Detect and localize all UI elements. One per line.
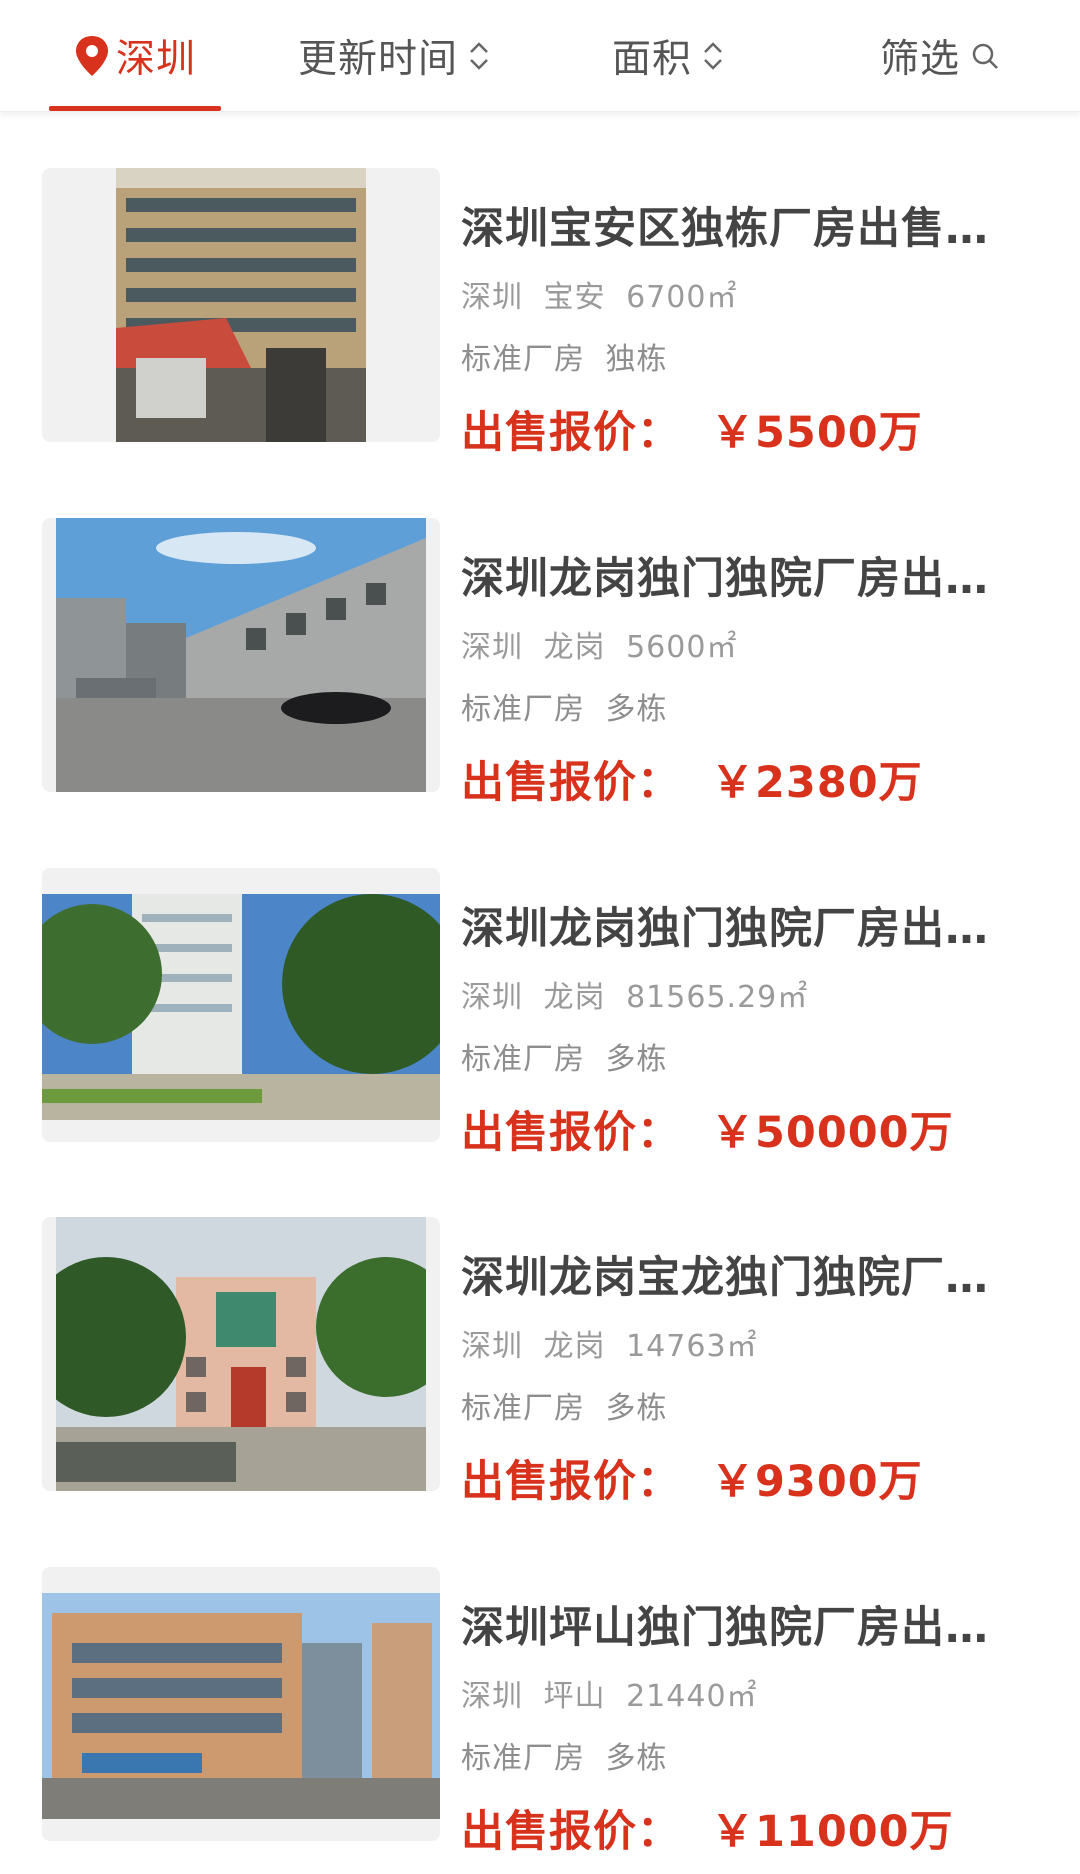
listing-city: 深圳: [461, 1329, 523, 1364]
top-filter-bar: 深圳 更新时间 面积 筛选: [0, 0, 1080, 112]
listing-tag: 多栋: [605, 1391, 668, 1426]
price-value: ￥2380万: [711, 758, 923, 808]
listing-title[interactable]: 深圳宝安区独栋厂房出售…: [461, 194, 1006, 256]
listing-thumbnail: [42, 1567, 440, 1841]
listing-area: 5600㎡: [626, 630, 738, 665]
listing-tags: 标准厂房 多栋: [461, 1034, 668, 1078]
listing-tag: 标准厂房: [461, 1391, 585, 1426]
listing-area: 21440㎡: [626, 1679, 758, 1714]
listing-city: 深圳: [461, 980, 523, 1015]
listing-meta: 深圳 龙岗 5600㎡: [461, 622, 737, 666]
listing-district: 龙岗: [543, 980, 606, 1015]
listing-area: 14763㎡: [626, 1329, 758, 1364]
price-value: ￥5500万: [711, 408, 923, 458]
tab-update-time-label: 更新时间: [298, 37, 459, 82]
listing-title[interactable]: 深圳龙岗独门独院厂房出…: [461, 894, 1006, 956]
listing-photo: [42, 894, 440, 1120]
listing-price: 出售报价： ￥5500万: [461, 398, 923, 460]
listing-district: 宝安: [543, 280, 606, 315]
tab-filter-label: 筛选: [880, 37, 961, 82]
listing-tag: 多栋: [605, 1042, 668, 1077]
search-icon: [972, 43, 998, 69]
listing-price: 出售报价： ￥9300万: [461, 1447, 923, 1509]
tab-city[interactable]: 深圳: [72, 26, 196, 86]
listing-city: 深圳: [461, 630, 523, 665]
price-label: 出售报价：: [461, 758, 681, 808]
listing-meta: 深圳 龙岗 14763㎡: [461, 1321, 758, 1365]
listing-area: 6700㎡: [626, 280, 738, 315]
listing-tag: 独栋: [605, 342, 668, 377]
listing-photo: [42, 1593, 440, 1819]
listing-price: 出售报价： ￥50000万: [461, 1098, 954, 1160]
listing-district: 坪山: [543, 1679, 606, 1714]
listing-title[interactable]: 深圳龙岗独门独院厂房出…: [461, 544, 1006, 606]
price-value: ￥50000万: [711, 1108, 954, 1158]
listing-city: 深圳: [461, 280, 523, 315]
listing-tag: 多栋: [605, 692, 668, 727]
listing-tag: 标准厂房: [461, 1741, 585, 1776]
listing-title[interactable]: 深圳坪山独门独院厂房出…: [461, 1593, 1006, 1655]
listing-thumbnail: [42, 168, 440, 442]
listing-photo: [116, 168, 366, 442]
listing-district: 龙岗: [543, 630, 606, 665]
listing-tag: 标准厂房: [461, 342, 585, 377]
listing-card[interactable]: 深圳龙岗独门独院厂房出… 深圳 龙岗 5600㎡ 标准厂房 多栋 出售报价： ￥2…: [0, 462, 1080, 812]
listing-city: 深圳: [461, 1679, 523, 1714]
tab-area-label: 面积: [612, 37, 693, 82]
listing-title[interactable]: 深圳龙岗宝龙独门独院厂…: [461, 1243, 1006, 1305]
listing-thumbnail: [42, 868, 440, 1142]
tab-area[interactable]: 面积: [612, 26, 724, 86]
listing-tag: 标准厂房: [461, 692, 585, 727]
listing-card[interactable]: 深圳宝安区独栋厂房出售… 深圳 宝安 6700㎡ 标准厂房 独栋 出售报价： ￥5…: [0, 112, 1080, 462]
listing-district: 龙岗: [543, 1329, 606, 1364]
listing-tag: 标准厂房: [461, 1042, 585, 1077]
active-tab-indicator: [49, 106, 221, 111]
sort-icon: [470, 42, 488, 70]
listing-card[interactable]: 深圳龙岗宝龙独门独院厂… 深圳 龙岗 14763㎡ 标准厂房 多栋 出售报价： ￥…: [0, 1161, 1080, 1511]
listing-photo: [56, 1217, 426, 1491]
listing-meta: 深圳 龙岗 81565.29㎡: [461, 972, 808, 1016]
listing-card[interactable]: 深圳坪山独门独院厂房出… 深圳 坪山 21440㎡ 标准厂房 多栋 出售报价： ￥…: [0, 1511, 1080, 1861]
listing-price: 出售报价： ￥2380万: [461, 748, 923, 810]
price-label: 出售报价：: [461, 1457, 681, 1507]
listing-photo: [56, 518, 426, 792]
tab-city-label: 深圳: [116, 37, 197, 82]
listing-meta: 深圳 宝安 6700㎡: [461, 272, 737, 316]
price-value: ￥11000万: [711, 1807, 954, 1857]
tab-update-time[interactable]: 更新时间: [298, 26, 490, 86]
price-label: 出售报价：: [461, 408, 681, 458]
listing-tags: 标准厂房 多栋: [461, 684, 668, 728]
listing-tags: 标准厂房 多栋: [461, 1733, 668, 1777]
price-label: 出售报价：: [461, 1108, 681, 1158]
location-pin-icon: [76, 36, 108, 76]
price-label: 出售报价：: [461, 1807, 681, 1857]
listing-area: 81565.29㎡: [626, 980, 809, 1015]
listing-meta: 深圳 坪山 21440㎡: [461, 1671, 758, 1715]
tab-filter[interactable]: 筛选: [880, 26, 1000, 86]
listing-thumbnail: [42, 1217, 440, 1491]
listing-tags: 标准厂房 多栋: [461, 1383, 668, 1427]
price-value: ￥9300万: [711, 1457, 923, 1507]
listing-thumbnail: [42, 518, 440, 792]
listing-card[interactable]: 深圳龙岗独门独院厂房出… 深圳 龙岗 81565.29㎡ 标准厂房 多栋 出售报…: [0, 812, 1080, 1162]
sort-icon: [704, 42, 722, 70]
listing-price: 出售报价： ￥11000万: [461, 1797, 954, 1859]
listing-tag: 多栋: [605, 1741, 668, 1776]
listing-tags: 标准厂房 独栋: [461, 334, 668, 378]
